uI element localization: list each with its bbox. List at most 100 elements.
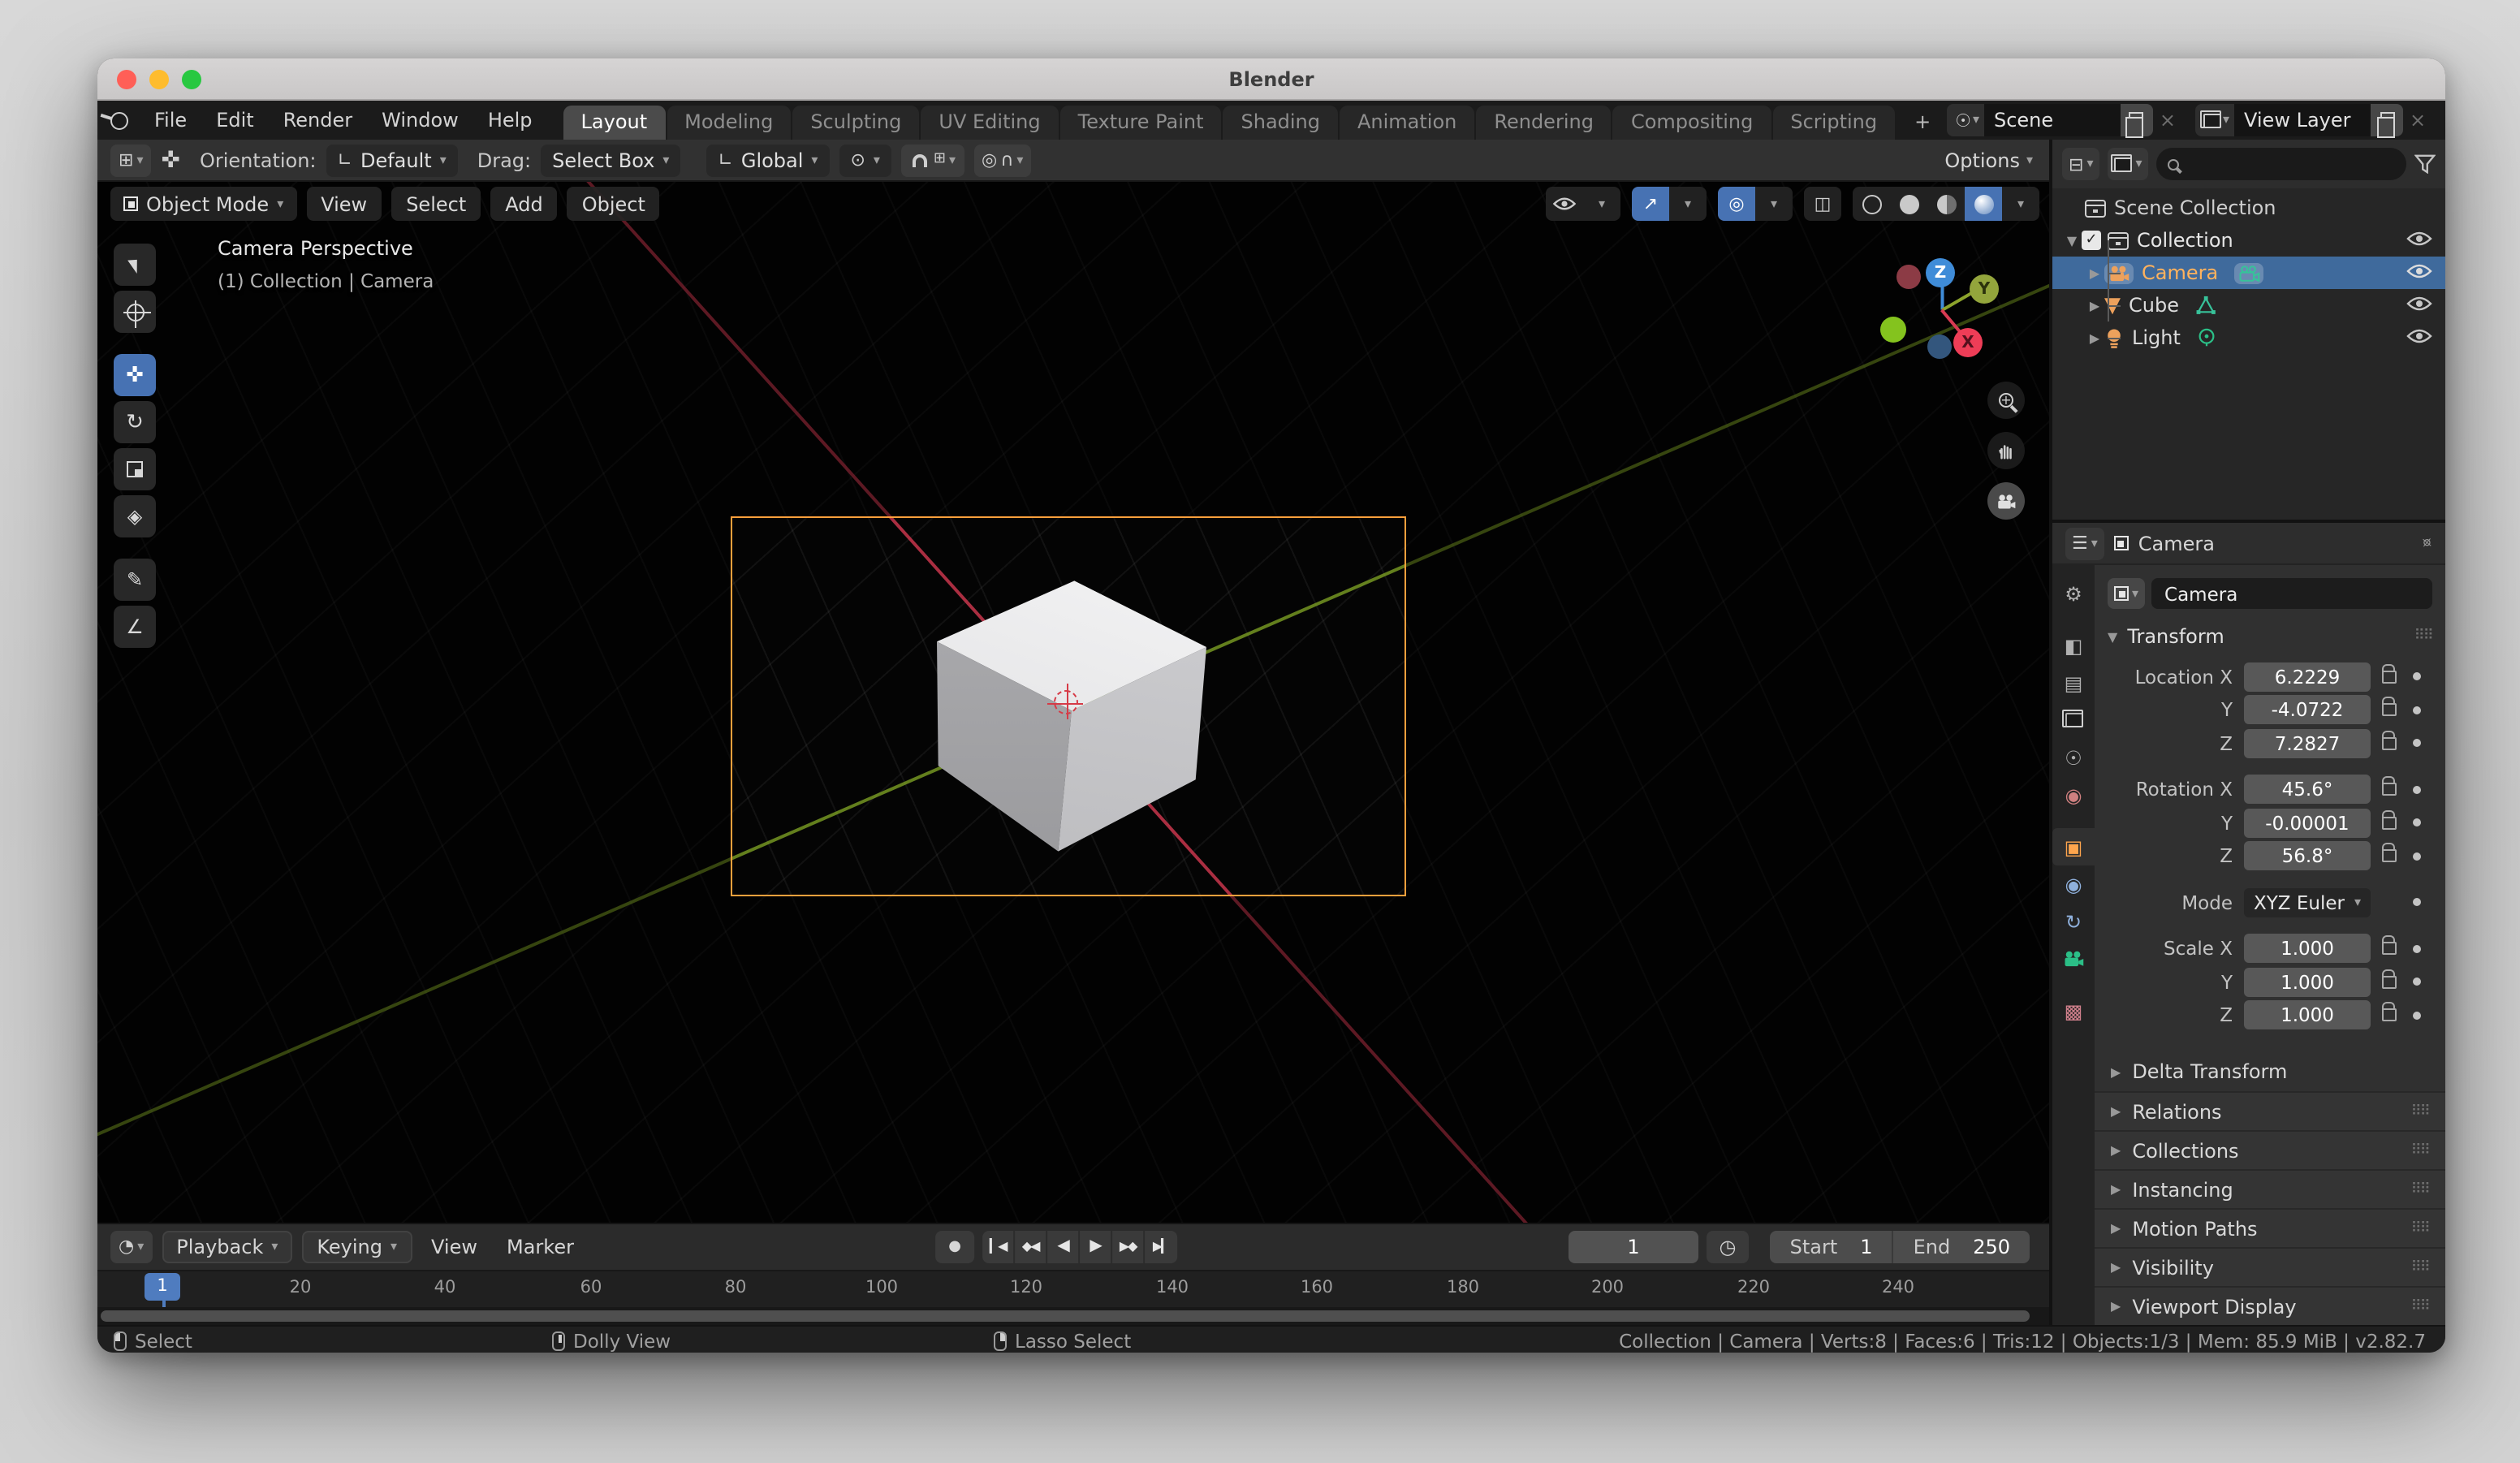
pan-view-button[interactable] [1987,432,2025,469]
outliner-editor-type-button[interactable]: ⊟ ▾ [2062,148,2100,180]
pin-icon[interactable]: ⌖ [2414,530,2439,556]
remove-view-layer-button[interactable]: × [2403,109,2432,132]
tool-cursor[interactable] [114,291,156,333]
use-preview-range-button[interactable]: ◷ [1707,1230,1749,1263]
shading-options-dropdown[interactable]: ▾ [2002,187,2039,221]
hide-cube-eye-icon[interactable] [2406,296,2432,312]
outliner-row-cube[interactable]: ▶ ▼ Cube [2052,273,2445,322]
viewport-menu-select[interactable]: Select [391,187,481,221]
timeline-editor-type-button[interactable]: ◔ ▾ [110,1230,153,1263]
timeline-scrollbar-thumb[interactable] [101,1310,2030,1323]
zoom-view-button[interactable]: + [1987,382,2025,419]
panel-viewport-display[interactable]: ▶ Viewport Display ⠿⠿ [2095,1286,2445,1325]
auto-keying-button[interactable]: ● [935,1230,975,1263]
next-keyframe-button[interactable]: ▶◆ [1112,1230,1146,1263]
lock-icon[interactable] [2382,697,2397,716]
timeline-scrollbar[interactable] [97,1307,2049,1325]
disclosure-triangle[interactable]: ▶ [2085,265,2104,280]
current-frame-field[interactable]: 1 [1569,1230,1698,1263]
value-field[interactable]: 1.000 [2244,1000,2371,1029]
menu-help[interactable]: Help [473,101,547,140]
view-layer-name[interactable]: View Layer [2234,104,2371,136]
tool-move[interactable]: ✜ [114,354,156,396]
lock-icon[interactable] [2382,730,2397,749]
lock-icon[interactable] [2382,776,2397,796]
close-window-button[interactable] [117,70,136,89]
tab-constraints[interactable]: ↻ [2052,903,2095,940]
snap-magnet-icon[interactable] [912,153,927,166]
transform-panel-header[interactable]: ▼ Transform ⠿⠿ [2108,625,2434,648]
animate-dot[interactable] [2413,1011,2421,1019]
unlink-scene-button[interactable]: × [2153,109,2182,132]
tab-sculpting[interactable]: Sculpting [792,106,920,140]
proportional-editing-group[interactable]: ◎ ∩ ▾ [973,144,1032,176]
tab-rendering[interactable]: Rendering [1476,106,1612,140]
collection-checkbox[interactable]: ✓ [2082,231,2101,250]
outliner-row-collection[interactable]: ▼ ✓ Collection [2052,224,2445,257]
playback-menu[interactable]: Playback ▾ [162,1230,293,1263]
gizmo-axis-y-neg[interactable] [1880,317,1906,343]
outliner-row-camera[interactable]: ▶ Camera [2052,240,2445,289]
lock-icon[interactable] [2382,843,2397,862]
menu-render[interactable]: Render [269,101,367,140]
new-view-layer-button[interactable] [2371,104,2403,137]
value-field[interactable]: -0.00001 [2244,808,2371,837]
tab-world[interactable]: ◉ [2052,776,2095,813]
hide-camera-eye-icon[interactable] [2406,263,2432,279]
transform-orientation-dropdown[interactable]: ∟ Global ▾ [706,144,830,176]
lock-icon[interactable] [2382,935,2397,955]
gizmos-toggle[interactable]: ↗ ▾ [1632,187,1707,221]
hide-light-eye-icon[interactable] [2406,328,2432,344]
shading-material-button[interactable] [1927,187,1965,221]
viewport-menu-add[interactable]: Add [490,187,558,221]
tab-texture-paint[interactable]: Texture Paint [1059,106,1222,140]
outliner-row-scene-collection[interactable]: Scene Collection [2052,192,2445,224]
viewport-menu-object[interactable]: Object [567,187,660,221]
lock-icon[interactable] [2382,809,2397,829]
disclosure-triangle[interactable]: ▶ [2085,298,2104,313]
tab-physics[interactable]: ◉ [2052,865,2095,903]
properties-editor-type-button[interactable]: ☰ ▾ [2065,527,2104,559]
keying-menu[interactable]: Keying ▾ [302,1230,412,1263]
start-frame-field[interactable]: Start 1 [1770,1230,1894,1263]
panel-delta-transform[interactable]: ▶ Delta Transform [2095,1052,2445,1091]
overlays-toggle[interactable]: ◎ ▾ [1718,187,1793,221]
lock-icon[interactable] [2382,1002,2397,1021]
menu-window[interactable]: Window [367,101,473,140]
play-reverse-button[interactable]: ◀ [1047,1230,1081,1263]
animate-dot[interactable] [2413,785,2421,793]
tool-select-tweak[interactable] [114,244,156,286]
filter-icon[interactable] [2414,154,2436,174]
scene-selector[interactable]: ☉ ▾ Scene × [1947,104,2182,137]
editor-type-button[interactable]: ⊞ ▾ [110,144,152,176]
animate-dot[interactable] [2413,739,2421,747]
add-workspace-button[interactable]: + [1896,106,1948,140]
viewport-3d[interactable]: Object Mode ▾ View Select Add Object ▾ ↗ ▾… [97,182,2049,1223]
panel-motion-paths[interactable]: ▶ Motion Paths ⠿⠿ [2095,1208,2445,1247]
navigation-gizmo[interactable]: Z Y X [1867,247,2022,377]
value-field[interactable]: 45.6° [2244,775,2371,804]
tool-transform[interactable]: ◈ [114,495,156,537]
blender-logo-icon[interactable] [97,101,140,140]
view-layer-selector[interactable]: ▾ View Layer × [2194,104,2432,137]
animate-dot[interactable] [2413,672,2421,680]
lock-icon[interactable] [2382,663,2397,683]
animate-dot[interactable] [2413,818,2421,826]
shading-wireframe-button[interactable] [1853,187,1890,221]
menu-edit[interactable]: Edit [201,101,269,140]
shading-solid-button[interactable] [1890,187,1927,221]
minimize-window-button[interactable] [149,70,169,89]
orientation-dropdown[interactable]: ∟ Default ▾ [326,144,458,176]
tab-layout[interactable]: Layout [563,106,666,140]
disclosure-triangle[interactable]: ▶ [2085,330,2104,345]
value-field[interactable]: 7.2827 [2244,728,2371,757]
panel-instancing[interactable]: ▶ Instancing ⠿⠿ [2095,1169,2445,1208]
animate-dot[interactable] [2413,852,2421,860]
visibility-dropdown[interactable]: ▾ [1546,187,1620,221]
tab-object[interactable]: ▣ [2052,828,2095,865]
object-name-field[interactable]: Camera [2151,578,2432,609]
tab-uv-editing[interactable]: UV Editing [921,106,1059,140]
panel-relations[interactable]: ▶ Relations ⠿⠿ [2095,1091,2445,1130]
value-field[interactable]: 56.8° [2244,841,2371,870]
jump-to-start-button[interactable]: ▎◀ [982,1230,1016,1263]
